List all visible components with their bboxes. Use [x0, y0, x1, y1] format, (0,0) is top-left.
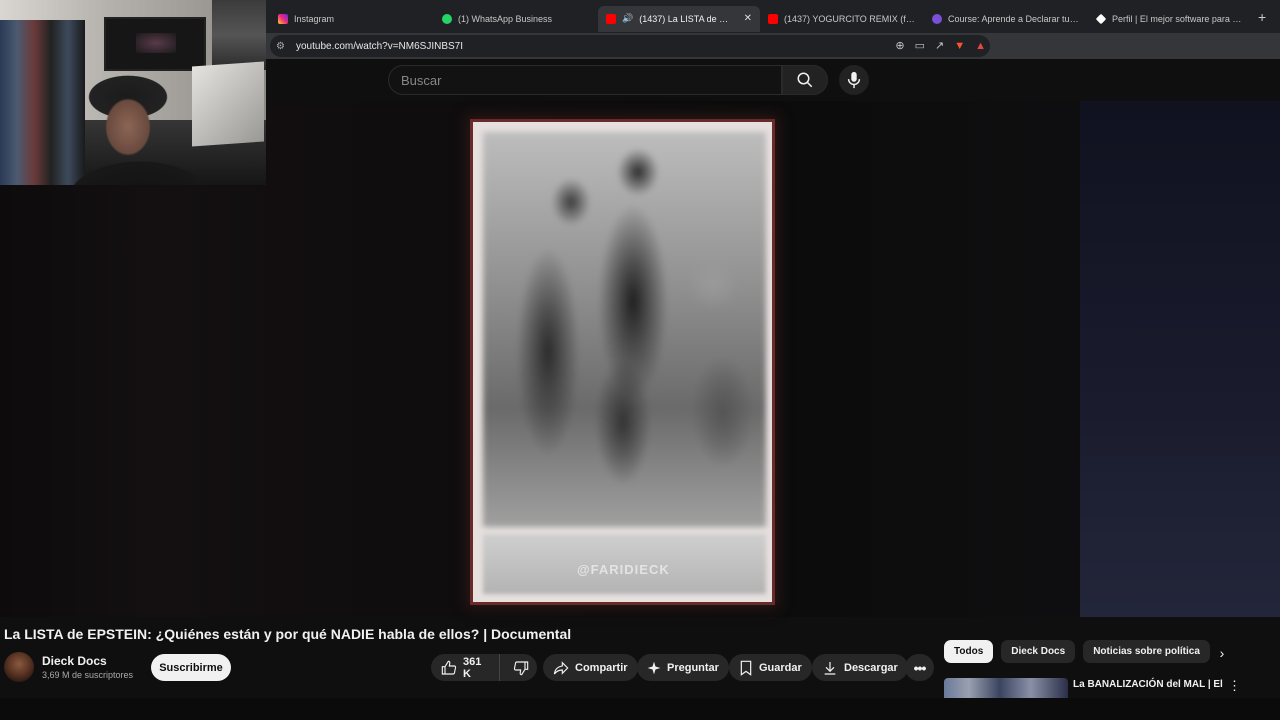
historic-group-photo	[483, 132, 766, 527]
tab-label: (1437) La LISTA de EPSTEIN: ¿	[639, 13, 733, 24]
subscriber-count: 3,69 M de suscriptores	[42, 670, 134, 680]
tab-instagram[interactable]: Instagram	[270, 6, 434, 32]
browser-tab-bar: Instagram (1) WhatsApp Business 🔊 (1437)…	[266, 0, 1280, 33]
search-button[interactable]	[782, 65, 828, 95]
tab-youtube-epstein[interactable]: 🔊 (1437) La LISTA de EPSTEIN: ¿ ✕	[598, 5, 760, 32]
channel-name[interactable]: Dieck Docs	[42, 654, 107, 668]
site-settings-icon[interactable]: ⚙	[276, 41, 290, 52]
save-button[interactable]: Guardar	[729, 654, 812, 681]
dislike-button[interactable]	[506, 654, 537, 681]
course-icon	[932, 13, 942, 24]
close-tab-icon[interactable]: ✕	[744, 13, 752, 24]
thumbs-up-icon	[441, 660, 457, 675]
url-text: youtube.com/watch?v=NM6SJINBS7I	[296, 40, 464, 52]
webcam-tv	[104, 17, 206, 71]
browser-toolbar: ⚙ youtube.com/watch?v=NM6SJINBS7I ⊕ ▭ ↗ …	[266, 33, 1280, 59]
bookmark-icon	[740, 660, 752, 676]
address-bar[interactable]: ⚙ youtube.com/watch?v=NM6SJINBS7I ⊕ ▭ ↗ …	[270, 35, 990, 57]
like-dislike-group: 361 K	[431, 654, 537, 681]
recommended-title[interactable]: La BANALIZACIÓN del MAL | El	[1073, 679, 1223, 690]
webcam-overlay	[0, 0, 266, 185]
new-tab-icon[interactable]: +	[1258, 9, 1266, 25]
tab-label: Perfil | El mejor software para potenc	[1112, 13, 1244, 24]
webcam-streamer	[60, 72, 220, 185]
more-actions-button[interactable]: •••	[905, 654, 934, 681]
filter-chips: Todos Dieck Docs Noticias sobre política	[944, 640, 1210, 663]
diamond-icon	[1095, 13, 1107, 24]
voice-search-button[interactable]	[839, 65, 869, 95]
video-frame-photo: @FARIDIECK	[470, 119, 775, 605]
bottom-strip	[0, 698, 1280, 720]
youtube-icon	[768, 13, 778, 24]
kebab-menu-icon[interactable]: ⋮	[1228, 678, 1241, 694]
whatsapp-icon	[442, 13, 452, 24]
video-watermark: @FARIDIECK	[577, 562, 670, 577]
tab-youtube-yogurcito[interactable]: (1437) YOGURCITO REMIX (feat. Kris	[760, 6, 924, 32]
speaker-icon[interactable]: 🔊	[622, 13, 633, 24]
tab-label: (1) WhatsApp Business	[458, 13, 553, 24]
download-label: Descargar	[844, 661, 898, 674]
zoom-icon[interactable]: ⊕	[895, 39, 904, 52]
youtube-header	[266, 59, 1280, 101]
search-box[interactable]	[388, 65, 782, 95]
webcam-shelf	[212, 0, 266, 70]
save-label: Guardar	[759, 661, 802, 674]
thumbs-down-icon	[514, 660, 529, 675]
cast-icon[interactable]: ▭	[915, 39, 925, 52]
more-horizontal-icon: •••	[913, 659, 927, 676]
share-icon[interactable]: ↗	[935, 39, 944, 52]
share-arrow-icon	[553, 660, 569, 675]
chip-channel[interactable]: Dieck Docs	[1001, 640, 1076, 663]
chip-politics-news[interactable]: Noticias sobre política	[1083, 640, 1210, 663]
ask-label: Preguntar	[667, 661, 719, 674]
share-label: Compartir	[575, 661, 628, 674]
tab-label: (1437) YOGURCITO REMIX (feat. Kris	[784, 13, 916, 24]
instagram-icon	[278, 13, 288, 24]
like-count: 361 K	[463, 655, 482, 680]
search-input[interactable]	[401, 72, 781, 88]
sparkle-icon	[647, 661, 661, 674]
tab-perfil[interactable]: Perfil | El mejor software para potenc	[1088, 6, 1252, 32]
chevron-right-icon[interactable]: ›	[1212, 643, 1232, 663]
video-title: La LISTA de EPSTEIN: ¿Quiénes están y po…	[4, 626, 572, 642]
search-icon	[797, 72, 813, 88]
like-button[interactable]: 361 K	[431, 654, 500, 681]
player-side-area	[1080, 101, 1280, 617]
subscribe-button[interactable]: Suscribirme	[151, 654, 231, 681]
tab-label: Instagram	[294, 13, 335, 24]
tab-label: Course: Aprende a Declarar tus Impu	[948, 13, 1080, 24]
download-icon	[824, 661, 836, 675]
recommended-thumbnail[interactable]	[944, 678, 1068, 698]
tab-course[interactable]: Course: Aprende a Declarar tus Impu	[924, 6, 1088, 32]
microphone-icon	[847, 71, 861, 89]
chip-all[interactable]: Todos	[944, 640, 994, 663]
brave-shield-icon[interactable]: ▼	[954, 40, 965, 52]
download-button[interactable]: Descargar	[812, 654, 908, 681]
share-button[interactable]: Compartir	[543, 654, 638, 681]
ask-button[interactable]: Preguntar	[637, 654, 729, 681]
tab-whatsapp[interactable]: (1) WhatsApp Business	[434, 6, 598, 32]
youtube-icon	[606, 13, 616, 24]
brave-rewards-icon[interactable]: ▲	[975, 40, 986, 52]
channel-avatar[interactable]	[4, 652, 34, 682]
